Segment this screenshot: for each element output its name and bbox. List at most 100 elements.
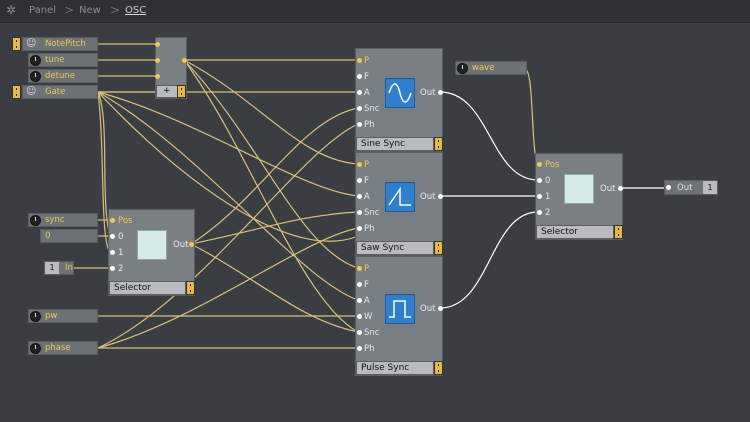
phase-port[interactable]	[357, 226, 362, 231]
adder-in-port[interactable]	[155, 58, 160, 63]
port-label: 0	[545, 176, 551, 186]
detune-label: detune	[45, 71, 75, 81]
breadcrumb-panel[interactable]: Panel	[29, 5, 56, 16]
freq-port[interactable]	[357, 74, 362, 79]
selector-in-port[interactable]	[537, 194, 542, 199]
selector-in-port[interactable]	[537, 178, 542, 183]
pitch-port[interactable]	[357, 266, 362, 271]
knob-icon[interactable]	[30, 215, 41, 226]
sync-port[interactable]	[357, 106, 362, 111]
gate-input[interactable]: ☺ Gate	[22, 85, 98, 99]
sine-sync-module[interactable]: P F A Snc Ph Out Sine Sync	[355, 48, 443, 152]
knob-icon[interactable]	[30, 343, 41, 354]
port-label: Snc	[364, 328, 380, 338]
breadcrumb-osc[interactable]: OSC	[125, 5, 146, 16]
sync-knob-module[interactable]: sync	[28, 213, 98, 227]
pulse-sync-module[interactable]: P F A W Snc Ph Out Pulse Sync	[355, 256, 443, 376]
amp-port[interactable]	[357, 90, 362, 95]
selector-in-port[interactable]	[110, 250, 115, 255]
notepitch-input[interactable]: ☺ NotePitch	[22, 37, 98, 51]
selector-in-port[interactable]	[110, 234, 115, 239]
port-label: W	[364, 312, 373, 322]
out-label: Out	[600, 184, 616, 194]
pw-knob-module[interactable]: pw	[28, 309, 98, 323]
saw-menu-button[interactable]	[434, 241, 443, 255]
breadcrumb-bar: ✲ Panel > New > OSC	[0, 0, 750, 23]
saw-out-port[interactable]	[438, 194, 443, 199]
out-label: Out	[420, 304, 436, 314]
selector-icon	[564, 174, 594, 204]
selector-in-port[interactable]	[110, 266, 115, 271]
in-label: In	[65, 263, 73, 273]
adder-in-port[interactable]	[155, 42, 160, 47]
pulse-out-port[interactable]	[438, 306, 443, 311]
saw-sync-module[interactable]: P F A Snc Ph Out Saw Sync	[355, 152, 443, 256]
adder-in-port[interactable]	[155, 74, 160, 79]
pulse-menu-button[interactable]	[434, 361, 443, 375]
out-label: Out	[420, 88, 436, 98]
amp-port[interactable]	[357, 194, 362, 199]
gate-toggle[interactable]	[12, 85, 21, 99]
pitch-port[interactable]	[357, 162, 362, 167]
pitch-port[interactable]	[357, 58, 362, 63]
selector-footer-label: Selector	[541, 227, 578, 237]
in-module[interactable]: 1 In	[44, 261, 74, 275]
port-label: Ph	[364, 344, 375, 354]
port-label: F	[364, 280, 369, 290]
sine-footer: Sine Sync	[356, 137, 434, 151]
selector-pos-port[interactable]	[110, 218, 115, 223]
constant-zero[interactable]: 0	[40, 229, 98, 243]
selector-module-2[interactable]: Pos 0 1 2 Out Selector	[535, 153, 623, 240]
selector-footer: Selector	[109, 281, 186, 295]
selector-module-1[interactable]: Pos 0 1 2 Out Selector	[108, 209, 195, 296]
port-label: 1	[118, 248, 124, 258]
freq-port[interactable]	[357, 178, 362, 183]
selector-pos-port[interactable]	[537, 162, 542, 167]
output-label: Out	[677, 183, 693, 193]
port-label: 2	[545, 208, 551, 218]
selector-out-port[interactable]	[618, 186, 623, 191]
detune-knob-module[interactable]: detune	[28, 69, 98, 83]
width-port[interactable]	[357, 314, 362, 319]
knob-icon[interactable]	[457, 63, 468, 74]
port-label: P	[364, 264, 370, 274]
smiley-icon: ☺	[26, 86, 37, 97]
notepitch-toggle[interactable]	[12, 37, 21, 51]
port-label: F	[364, 176, 369, 186]
smiley-icon: ☺	[26, 38, 37, 49]
freq-port[interactable]	[357, 282, 362, 287]
selector-out-port[interactable]	[189, 242, 194, 247]
phase-knob-module[interactable]: phase	[28, 341, 98, 355]
phase-port[interactable]	[357, 122, 362, 127]
breadcrumb-separator: >	[110, 3, 121, 17]
phase-port[interactable]	[357, 346, 362, 351]
breadcrumb-new[interactable]: New	[79, 5, 101, 16]
sine-menu-button[interactable]	[434, 137, 443, 151]
port-label: Ph	[364, 120, 375, 130]
port-label: Snc	[364, 208, 380, 218]
constant-value: 0	[45, 231, 51, 241]
port-label: F	[364, 72, 369, 82]
output-module[interactable]: Out 1	[664, 180, 718, 195]
output-in-port[interactable]	[666, 185, 671, 190]
tune-knob-module[interactable]: tune	[28, 53, 98, 67]
adder-out-port[interactable]	[182, 58, 187, 63]
output-number: 1	[703, 181, 717, 194]
adder-module[interactable]: +	[155, 37, 187, 99]
port-label: A	[364, 192, 370, 202]
app-gear-icon[interactable]: ✲	[6, 3, 16, 17]
knob-icon[interactable]	[30, 55, 41, 66]
selector-menu-button[interactable]	[614, 225, 623, 239]
adder-menu-button[interactable]	[177, 85, 186, 98]
port-label: Ph	[364, 224, 375, 234]
knob-icon[interactable]	[30, 71, 41, 82]
selector-in-port[interactable]	[537, 210, 542, 215]
sine-out-port[interactable]	[438, 90, 443, 95]
sync-port[interactable]	[357, 210, 362, 215]
wave-knob-module[interactable]: wave	[455, 61, 527, 75]
knob-icon[interactable]	[30, 311, 41, 322]
amp-port[interactable]	[357, 298, 362, 303]
selector-menu-button[interactable]	[186, 281, 195, 295]
sync-port[interactable]	[357, 330, 362, 335]
port-label: A	[364, 296, 370, 306]
